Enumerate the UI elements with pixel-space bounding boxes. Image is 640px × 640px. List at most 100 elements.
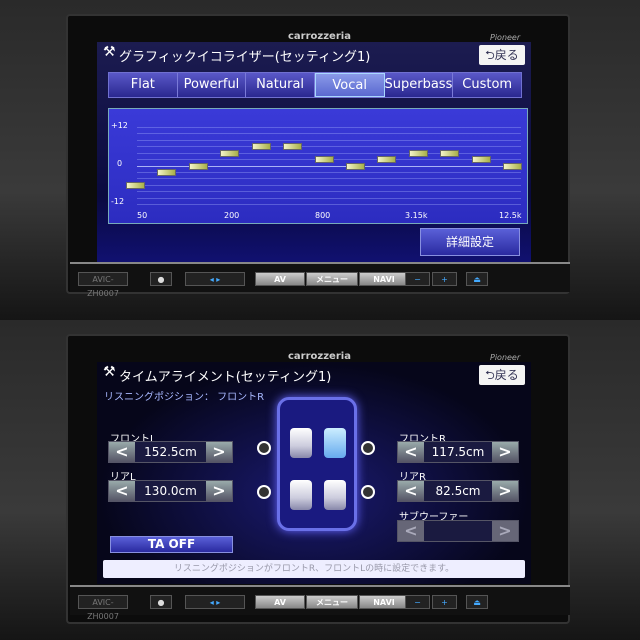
car-diagram[interactable]: [277, 397, 357, 531]
grid-line: [137, 127, 521, 128]
rear-l-increase[interactable]: >: [206, 481, 232, 501]
av-button[interactable]: AV: [255, 272, 305, 286]
tab-flat[interactable]: Flat: [109, 73, 178, 97]
front-r-stepper: < 117.5cm >: [397, 441, 519, 463]
tab-custom[interactable]: Custom: [453, 73, 521, 97]
eject-button[interactable]: ⏏: [466, 595, 488, 609]
y-label-max: +12: [111, 121, 128, 130]
front-l-value: 152.5cm: [144, 445, 197, 459]
eq-band-slider[interactable]: [188, 162, 208, 170]
eq-band-slider[interactable]: [377, 156, 397, 164]
settings-icon: ⚒: [103, 364, 116, 380]
ta-off-button[interactable]: TA OFF: [110, 536, 233, 553]
eq-band-slider[interactable]: [345, 162, 365, 170]
eject-button[interactable]: ⏏: [466, 272, 488, 286]
y-label-min: -12: [111, 197, 125, 206]
back-button[interactable]: ⮌戻る: [479, 45, 525, 65]
page-title: グラフィックイコライザー(セッティング1): [119, 50, 371, 65]
info-message: リスニングポジションがフロントR、フロントLの時に設定できます。: [103, 560, 525, 578]
grid-line: [137, 152, 521, 154]
eq-band-slider[interactable]: [408, 149, 428, 157]
brand-logo: carrozzeria: [288, 351, 351, 362]
model-label: AVIC-ZH0007: [78, 272, 128, 298]
x-label: 800: [315, 211, 331, 220]
rear-r-stepper: < 82.5cm >: [397, 480, 519, 502]
grid-line: [137, 139, 521, 141]
hard-button-strip: AVIC-ZH0007 ● ◂ ▸ AV メニュー NAVI − + ⏏: [70, 585, 570, 621]
eq-band-slider[interactable]: [314, 156, 334, 164]
volume-up-button[interactable]: +: [432, 595, 457, 609]
rear-r-decrease[interactable]: <: [398, 481, 424, 501]
av-button[interactable]: AV: [255, 595, 305, 609]
tab-natural[interactable]: Natural: [246, 73, 315, 97]
brand-logo: carrozzeria: [288, 31, 351, 42]
front-r-value: 117.5cm: [431, 445, 485, 459]
eq-band-slider[interactable]: [126, 181, 145, 189]
x-label: 50: [137, 211, 148, 220]
listening-position: リスニングポジション： フロントR: [104, 392, 265, 403]
y-label-zero: 0: [117, 159, 123, 168]
seat-rear-right[interactable]: [324, 480, 346, 510]
volume-down-button[interactable]: −: [405, 595, 430, 609]
front-l-increase[interactable]: >: [206, 442, 232, 462]
speaker-front-right-icon: [361, 441, 375, 455]
subwoofer-increase: >: [492, 521, 518, 541]
hard-button-strip: AVIC-ZH0007 ● ◂ ▸ AV メニュー NAVI − + ⏏: [70, 262, 570, 298]
ta-screen: ⚒ タイムアライメント(セッティング1) ⮌戻る リスニングポジション： フロン…: [97, 362, 531, 584]
seat-front-right-selected[interactable]: [324, 428, 346, 458]
rear-l-value: 130.0cm: [144, 484, 197, 498]
eq-band-slider[interactable]: [283, 143, 303, 151]
seat-rear-left[interactable]: [290, 480, 312, 510]
tab-powerful[interactable]: Powerful: [178, 73, 247, 97]
detail-settings-button[interactable]: 詳細設定: [420, 228, 520, 256]
maker-logo: Pioneer: [490, 353, 521, 362]
grid-line: [137, 146, 521, 148]
rear-r-increase[interactable]: >: [492, 481, 518, 501]
eq-band-slider[interactable]: [251, 143, 271, 151]
rear-r-value: 82.5cm: [435, 484, 481, 498]
front-r-increase[interactable]: >: [492, 442, 518, 462]
subwoofer-value: [424, 521, 492, 541]
seat-front-left[interactable]: [290, 428, 312, 458]
track-button[interactable]: ◂ ▸: [185, 595, 245, 609]
eq-band-slider[interactable]: [440, 149, 460, 157]
eq-photo: carrozzeria Pioneer ⚒ グラフィックイコライザー(セッティン…: [0, 0, 640, 320]
eq-graph[interactable]: +12 0 -12 50 200 800 3.15k 12.5k: [108, 108, 528, 224]
menu-button[interactable]: メニュー: [306, 595, 358, 609]
eq-band-slider[interactable]: [471, 156, 491, 164]
grid-line: [137, 133, 521, 135]
source-button[interactable]: ●: [150, 272, 172, 286]
eq-band-slider[interactable]: [157, 168, 177, 176]
menu-button[interactable]: メニュー: [306, 272, 358, 286]
volume-up-button[interactable]: +: [432, 272, 457, 286]
x-label: 12.5k: [499, 211, 522, 220]
maker-logo: Pioneer: [490, 33, 521, 42]
navi-button[interactable]: NAVI: [359, 595, 409, 609]
navi-button[interactable]: NAVI: [359, 272, 409, 286]
rear-l-stepper: < 130.0cm >: [108, 480, 233, 502]
settings-icon: ⚒: [103, 44, 116, 60]
ta-photo: carrozzeria Pioneer ⚒ タイムアライメント(セッティング1)…: [0, 320, 640, 640]
back-button[interactable]: ⮌戻る: [479, 365, 525, 385]
source-button[interactable]: ●: [150, 595, 172, 609]
tab-superbass[interactable]: Superbass: [385, 73, 454, 97]
eq-screen: ⚒ グラフィックイコライザー(セッティング1) ⮌戻る Flat Powerfu…: [97, 42, 531, 262]
grid-line: [137, 191, 521, 193]
x-label: 200: [224, 211, 240, 220]
x-label: 3.15k: [405, 211, 428, 220]
speaker-rear-right-icon: [361, 485, 375, 499]
eq-band-slider[interactable]: [220, 149, 240, 157]
front-l-decrease[interactable]: <: [109, 442, 135, 462]
rear-l-decrease[interactable]: <: [109, 481, 135, 501]
back-label: 戻る: [494, 48, 519, 62]
grid-line: [137, 184, 521, 186]
tab-vocal[interactable]: Vocal: [314, 73, 385, 97]
eq-band-slider[interactable]: [503, 162, 522, 170]
volume-down-button[interactable]: −: [405, 272, 430, 286]
subwoofer-decrease: <: [398, 521, 424, 541]
speaker-front-left-icon: [257, 441, 271, 455]
track-button[interactable]: ◂ ▸: [185, 272, 245, 286]
grid-line: [137, 178, 521, 180]
subwoofer-stepper: < >: [397, 520, 519, 542]
front-r-decrease[interactable]: <: [398, 442, 424, 462]
